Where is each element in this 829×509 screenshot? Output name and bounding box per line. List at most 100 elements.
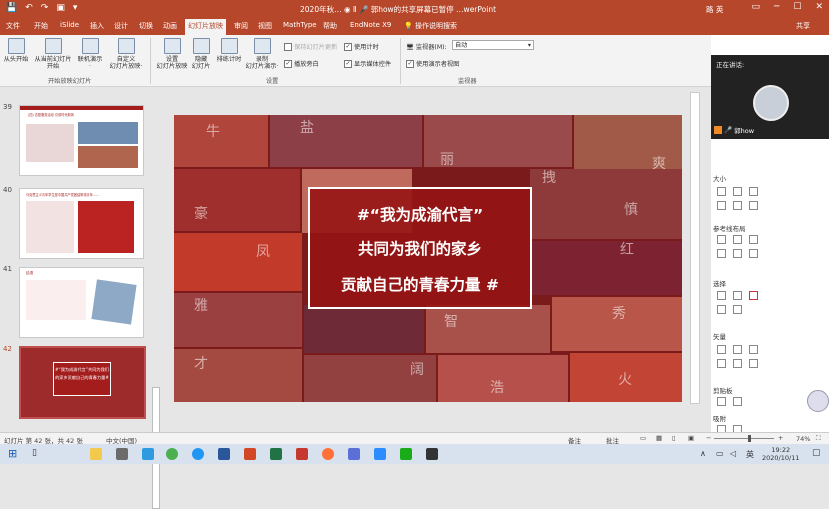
ime-lang[interactable]: 英	[746, 449, 754, 460]
guide-icon[interactable]	[749, 235, 758, 244]
zoom-in-icon[interactable]: +	[778, 434, 783, 442]
play-narrations-checkbox[interactable]: ✓ 播放旁白	[284, 59, 319, 68]
task-view-icon[interactable]: ▯	[32, 448, 37, 458]
slide-thumbnail-41[interactable]: 结语	[19, 267, 144, 338]
tray-chevron-icon[interactable]: ∧	[700, 449, 706, 458]
from-start-button[interactable]: 从头开始	[2, 38, 30, 63]
tool-icon[interactable]	[749, 201, 758, 210]
slide-sorter-icon[interactable]: ▦	[656, 434, 662, 442]
network-icon[interactable]: ▭	[716, 449, 724, 458]
close-icon[interactable]: ✕	[815, 2, 823, 12]
vector-tool-icon[interactable]	[717, 359, 726, 368]
custom-show-button[interactable]: 自定义 幻灯片放映·	[106, 38, 146, 70]
user-name[interactable]: 路 英	[706, 4, 723, 15]
tool-icon[interactable]	[749, 187, 758, 196]
guide-icon[interactable]	[749, 249, 758, 258]
presenter-view-checkbox[interactable]: ✓ 使用演示者视图	[406, 59, 459, 68]
slide-thumbnail-42[interactable]: #“我为成渝代言”共同为我们的家乡贡献自己的青春力量#	[19, 346, 146, 419]
volume-icon[interactable]: ◁	[730, 449, 736, 458]
tab-islide[interactable]: iSlide	[60, 21, 79, 29]
tell-me-search[interactable]: 💡 操作说明搜索	[404, 21, 457, 31]
meeting-app-icon[interactable]	[374, 448, 386, 460]
zoom-out-icon[interactable]: −	[706, 434, 711, 442]
tab-slideshow[interactable]: 幻灯片放映	[185, 19, 226, 35]
redo-icon[interactable]: ↷	[41, 3, 49, 13]
powerpoint-icon[interactable]	[244, 448, 256, 460]
start-menu-icon[interactable]: ⊞	[8, 447, 17, 460]
slide-scrollbar[interactable]	[690, 92, 700, 404]
select-tool-icon[interactable]	[717, 305, 726, 314]
guide-icon[interactable]	[733, 235, 742, 244]
word-icon[interactable]	[218, 448, 230, 460]
record-show-button[interactable]: 录制 幻灯片演示·	[243, 38, 281, 70]
store-icon[interactable]	[116, 448, 128, 460]
slideshow-view-icon[interactable]: ▣	[688, 434, 694, 442]
keep-updated-checkbox[interactable]: 保持幻灯片更新	[284, 42, 337, 51]
rehearse-timings-button[interactable]: 排练计时	[215, 38, 243, 63]
tool-icon[interactable]	[733, 187, 742, 196]
guide-icon[interactable]	[717, 235, 726, 244]
vector-tool-icon[interactable]	[733, 345, 742, 354]
tab-mathtype[interactable]: MathType	[283, 21, 317, 29]
tool-icon[interactable]	[733, 201, 742, 210]
tab-review[interactable]: 审阅	[234, 21, 248, 31]
tab-file[interactable]: 文件	[6, 21, 20, 31]
dropdown-icon[interactable]: ▾	[73, 3, 78, 13]
chrome-icon[interactable]	[166, 448, 178, 460]
monitor-select[interactable]: 自动 ▾	[452, 40, 534, 50]
tab-animations[interactable]: 动画	[163, 21, 177, 31]
use-timings-checkbox[interactable]: ✓ 使用计时	[344, 42, 379, 51]
tab-design[interactable]: 设计	[114, 21, 128, 31]
tab-transitions[interactable]: 切换	[139, 21, 153, 31]
slide-thumbnail-40[interactable]: 马克思主义青年学生是中国共产党团结带领青年……	[19, 188, 144, 259]
slide-42[interactable]: 牛 盐 丽 爽 豪 拽 慎 凤 红 雅 智 秀 才 阔 浩 火 #“我为成渝代言…	[174, 115, 682, 402]
slide-title-box[interactable]: #“我为成渝代言” 共同为我们的家乡 贡献自己的青春力量 #	[308, 187, 532, 309]
online-present-button[interactable]: 联机演示 ·	[76, 38, 104, 70]
setup-show-button[interactable]: 设置 幻灯片放映	[156, 38, 188, 70]
clipboard-tool-icon[interactable]	[717, 397, 726, 406]
file-explorer-icon[interactable]	[90, 448, 102, 460]
tab-help[interactable]: 帮助	[323, 21, 337, 31]
app-icon[interactable]	[348, 448, 360, 460]
browser-icon[interactable]	[192, 448, 204, 460]
zoom-slider-thumb[interactable]	[748, 435, 751, 442]
app-icon[interactable]	[426, 448, 438, 460]
show-media-controls-checkbox[interactable]: ✓ 显示媒体控件	[344, 59, 391, 68]
clipboard-tool-icon[interactable]	[733, 397, 742, 406]
vector-tool-icon[interactable]	[733, 359, 742, 368]
select-tool-icon[interactable]	[717, 291, 726, 300]
excel-icon[interactable]	[270, 448, 282, 460]
tab-home[interactable]: 开始	[34, 21, 48, 31]
share-button[interactable]: 共享	[796, 21, 810, 31]
guide-icon[interactable]	[717, 249, 726, 258]
vector-tool-icon[interactable]	[749, 359, 758, 368]
tab-view[interactable]: 视图	[258, 21, 272, 31]
tab-insert[interactable]: 插入	[90, 21, 104, 31]
fit-slide-icon[interactable]: ⛶	[816, 434, 821, 443]
minimize-icon[interactable]: ─	[774, 2, 779, 12]
tool-icon[interactable]	[717, 201, 726, 210]
guide-icon[interactable]	[733, 249, 742, 258]
tab-endnote[interactable]: EndNote X9	[350, 21, 391, 29]
wechat-icon[interactable]	[400, 448, 412, 460]
from-current-button[interactable]: 从当前幻灯片 开始	[32, 38, 74, 70]
vector-tool-icon[interactable]	[717, 345, 726, 354]
tool-icon[interactable]	[717, 187, 726, 196]
clock[interactable]: 19:22 2020/10/11	[762, 446, 799, 462]
select-tool-icon[interactable]	[733, 291, 742, 300]
normal-view-icon[interactable]: ▭	[640, 434, 646, 442]
hide-slide-button[interactable]: 隐藏 幻灯片	[188, 38, 214, 70]
undo-icon[interactable]: ↶	[25, 3, 33, 13]
mail-icon[interactable]	[142, 448, 154, 460]
vector-tool-icon[interactable]	[749, 345, 758, 354]
present-icon[interactable]: ▣	[56, 3, 65, 13]
zoom-slider[interactable]	[714, 438, 774, 439]
assistant-avatar-icon[interactable]	[807, 390, 829, 412]
select-tool-icon[interactable]	[749, 291, 758, 300]
ribbon-options-icon[interactable]: ▭	[751, 2, 760, 12]
maximize-icon[interactable]: ☐	[793, 2, 801, 12]
app-icon[interactable]	[296, 448, 308, 460]
save-icon[interactable]: 💾	[6, 3, 17, 13]
zoom-level[interactable]: 74%	[796, 435, 810, 443]
reading-view-icon[interactable]: ▯	[672, 434, 676, 442]
